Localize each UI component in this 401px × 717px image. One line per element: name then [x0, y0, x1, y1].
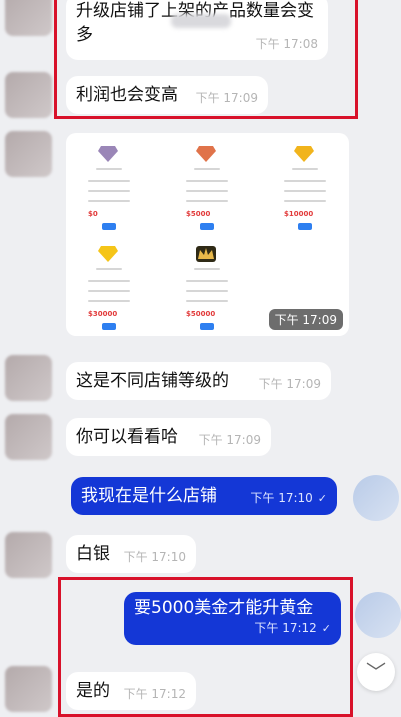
tier-card: $50000 — [164, 238, 250, 333]
message-time: 下午 17:10 — [123, 550, 186, 564]
contact-avatar[interactable] — [5, 0, 52, 36]
scroll-down-button[interactable]: ﹀ — [357, 653, 395, 691]
placeholder-line — [186, 190, 228, 192]
tier-price: $10000 — [284, 210, 314, 218]
tier-button — [102, 323, 116, 330]
my-avatar[interactable] — [355, 592, 401, 638]
tier-button — [200, 223, 214, 230]
message-bubble[interactable]: 白银 下午 17:10 — [66, 535, 196, 573]
message-time: 下午 17:10 ✓ — [250, 491, 327, 505]
placeholder-line — [88, 200, 130, 202]
tier-price: $50000 — [186, 310, 216, 318]
message-bubble[interactable]: 是的 下午 17:12 — [66, 672, 196, 710]
contact-avatar[interactable] — [5, 355, 52, 401]
placeholder-line — [186, 180, 228, 182]
chevron-down-icon: ﹀ — [366, 660, 386, 684]
contact-avatar[interactable] — [5, 72, 52, 118]
image-time: 下午 17:09 — [268, 309, 343, 330]
crown-icon — [196, 246, 216, 262]
placeholder-line — [292, 168, 318, 170]
placeholder-line — [186, 300, 228, 302]
placeholder-line — [186, 200, 228, 202]
tier-card: $10000 — [262, 138, 348, 233]
message-bubble[interactable]: 这是不同店铺等级的 下午 17:09 — [66, 362, 331, 400]
gem-icon — [98, 146, 118, 162]
message-text: 这是不同店铺等级的 — [76, 371, 229, 391]
message-text: 是的 — [76, 681, 110, 701]
message-text: 白银 — [76, 544, 110, 564]
placeholder-line — [194, 268, 220, 270]
my-message-bubble[interactable]: 要5000美金才能升黄金 下午 17:12 ✓ — [124, 592, 341, 645]
message-time: 下午 17:09 — [258, 377, 321, 391]
placeholder-line — [186, 280, 228, 282]
message-text: 我现在是什么店铺 — [81, 486, 217, 506]
contact-avatar[interactable] — [5, 131, 52, 177]
gem-icon — [294, 146, 314, 162]
tier-card: $30000 — [66, 238, 152, 333]
contact-avatar[interactable] — [5, 666, 52, 712]
placeholder-line — [194, 168, 220, 170]
tier-card: $0 — [66, 138, 152, 233]
tier-card: $5000 — [164, 138, 250, 233]
message-text: 利润也会变高 — [76, 85, 178, 105]
tier-button — [102, 223, 116, 230]
placeholder-line — [96, 168, 122, 170]
message-bubble[interactable]: 你可以看看哈 下午 17:09 — [66, 418, 271, 456]
placeholder-line — [186, 290, 228, 292]
shop-tiers-image[interactable]: $0 $5000 $10000 $30000 $50000 下午 17:09 — [66, 133, 349, 336]
placeholder-line — [88, 300, 130, 302]
tier-price: $5000 — [186, 210, 211, 218]
contact-avatar[interactable] — [5, 532, 52, 578]
my-avatar[interactable] — [353, 475, 399, 521]
read-check-icon: ✓ — [317, 492, 327, 505]
redacted-text — [171, 14, 231, 28]
message-time: 下午 17:12 ✓ — [254, 621, 331, 635]
tier-button — [200, 323, 214, 330]
placeholder-line — [88, 280, 130, 282]
message-time: 下午 17:08 — [255, 37, 318, 51]
contact-avatar[interactable] — [5, 414, 52, 460]
message-time: 下午 17:09 — [198, 433, 261, 447]
placeholder-line — [284, 200, 326, 202]
placeholder-line — [88, 180, 130, 182]
my-message-bubble[interactable]: 我现在是什么店铺 下午 17:10 ✓ — [71, 477, 337, 515]
message-time: 下午 17:09 — [195, 91, 258, 105]
message-text: 你可以看看哈 — [76, 427, 178, 447]
read-check-icon: ✓ — [321, 622, 331, 635]
message-time: 下午 17:12 — [123, 687, 186, 701]
message-bubble[interactable]: 升级店铺了上架的产品数量会变多 下午 17:08 — [66, 0, 328, 60]
placeholder-line — [96, 268, 122, 270]
message-bubble[interactable]: 利润也会变高 下午 17:09 — [66, 76, 268, 114]
placeholder-line — [284, 180, 326, 182]
gem-icon — [196, 146, 216, 162]
placeholder-line — [88, 290, 130, 292]
gem-icon — [98, 246, 118, 262]
tier-button — [298, 223, 312, 230]
tier-price: $30000 — [88, 310, 118, 318]
placeholder-line — [284, 190, 326, 192]
tier-price: $0 — [88, 210, 98, 218]
placeholder-line — [88, 190, 130, 192]
